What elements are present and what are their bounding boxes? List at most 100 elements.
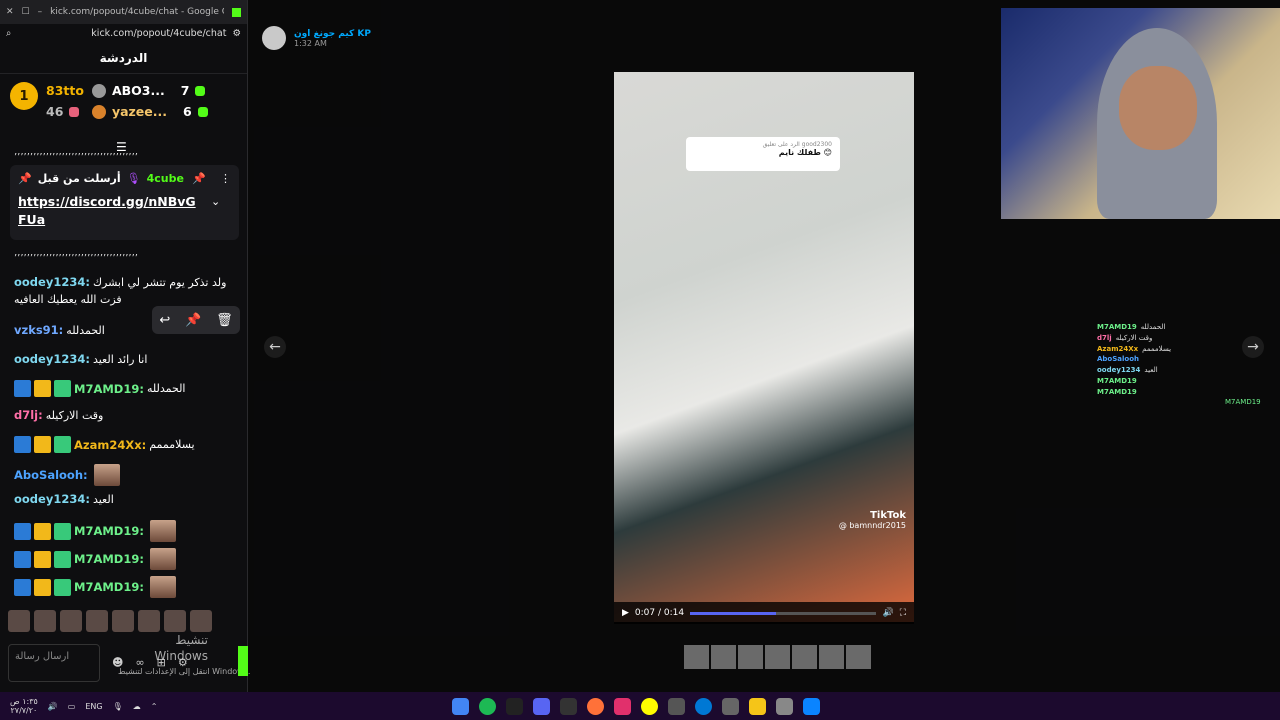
prev-arrow-icon[interactable]: ← [264, 336, 286, 358]
chat-message[interactable]: oodey1234: ولد تذكر يوم تتشر لي ابشرك [14, 275, 226, 289]
thumbnail[interactable] [819, 645, 844, 669]
chat-message[interactable]: Azam24Xx: يسلامممم [14, 436, 195, 453]
play-icon[interactable]: ▶ [622, 608, 629, 618]
thumbnail[interactable] [792, 645, 817, 669]
reply-icon[interactable]: ↩ [159, 313, 170, 328]
file-explorer-icon[interactable] [749, 697, 766, 715]
thumbnail[interactable] [738, 645, 763, 669]
chat-message[interactable]: oodey1234: انا رائد العيد [14, 352, 147, 366]
chat-text: الحمدلله [66, 323, 105, 337]
chat-username[interactable]: M7AMD19: [74, 552, 144, 566]
site-settings-icon[interactable]: ⚙ [232, 28, 241, 39]
pin-icon: 📌 [18, 172, 32, 185]
emote[interactable] [112, 610, 134, 632]
chat-text: وقت الاركيله [45, 408, 104, 422]
speaker-icon[interactable]: 🔊 [48, 702, 58, 711]
taskbar-apps [452, 697, 820, 715]
pin-message-icon[interactable]: 📌 [185, 313, 201, 328]
emote-image [149, 548, 176, 570]
snapchat-icon[interactable] [641, 697, 658, 715]
chrome-icon[interactable] [452, 697, 469, 715]
chat-text: انا رائد العيد [92, 352, 148, 366]
leader-3-name[interactable]: yazee... [112, 104, 167, 119]
chat-message[interactable]: M7AMD19: [14, 576, 176, 598]
unpin-icon[interactable]: 📌 [192, 172, 206, 185]
settings-icon[interactable]: ⚙ [178, 656, 188, 669]
chat-username[interactable]: vzks91: [14, 323, 63, 337]
chevron-down-icon[interactable]: ⌄ [211, 195, 220, 208]
close-icon[interactable]: ✕ [6, 7, 14, 17]
leader-1-name[interactable]: 83tto [46, 83, 84, 98]
discord-icon[interactable] [533, 697, 550, 715]
chat-username[interactable]: M7AMD19: [74, 524, 144, 538]
video-time: 0:07 / 0:14 [634, 608, 685, 618]
pinned-link[interactable]: https://discord.gg/nNBvGFUa [18, 193, 203, 229]
next-arrow-icon[interactable]: → [1242, 336, 1264, 358]
chat-username[interactable]: Azam24Xx: [74, 438, 146, 452]
emote[interactable] [34, 610, 56, 632]
edge-icon[interactable] [695, 697, 712, 715]
chat-message[interactable]: d7lj: وقت الاركيله [14, 408, 103, 422]
calendar-icon[interactable] [722, 697, 739, 715]
app-icon[interactable] [668, 697, 685, 715]
spotify-icon[interactable] [479, 697, 496, 715]
chevron-up-icon[interactable]: ⌃ [151, 702, 158, 711]
chat-message[interactable]: M7AMD19: [14, 548, 176, 570]
gift-box-icon[interactable]: ⊞ [157, 656, 166, 669]
chat-username[interactable]: oodey1234: [14, 492, 90, 506]
minimize-icon[interactable]: – [38, 7, 43, 17]
video-seekbar[interactable] [690, 611, 877, 615]
leader-2-name[interactable]: ABO3... [112, 83, 165, 98]
instagram-icon[interactable] [614, 697, 631, 715]
delete-icon[interactable]: 🗑 [216, 313, 233, 328]
chat-message[interactable]: vzks91: الحمدلله [14, 323, 105, 337]
chat-username[interactable]: oodey1234: [14, 352, 90, 366]
thumbnail[interactable] [846, 645, 871, 669]
kick-app-icon[interactable] [506, 697, 523, 715]
chat-message[interactable]: oodey1234: العيد [14, 492, 114, 506]
emote[interactable] [164, 610, 186, 632]
chat-username[interactable]: AboSalooh: [14, 468, 88, 482]
maximize-icon[interactable]: ☐ [22, 7, 30, 17]
thumbnail[interactable] [711, 645, 736, 669]
video-progress [690, 611, 776, 615]
app-icon-2[interactable] [776, 697, 793, 715]
language-indicator[interactable]: ENG [85, 702, 102, 711]
chat-username[interactable]: oodey1234: [14, 275, 90, 289]
emote[interactable] [190, 610, 212, 632]
volume-icon[interactable]: 🔊 [882, 608, 893, 618]
overlay-extra-user: M7AMD19 [1225, 398, 1261, 406]
chat-username[interactable]: d7lj: [14, 408, 43, 422]
address-bar[interactable]: ⌕ kick.com/popout/4cube/chat ⚙ [0, 24, 247, 42]
overlay-chat-row: AboSalooh [1097, 354, 1171, 365]
cloud-icon[interactable]: ☁ [133, 702, 141, 711]
emote[interactable] [8, 610, 30, 632]
chat-message[interactable]: M7AMD19: الحمدلله [14, 380, 186, 397]
start-windows-icon[interactable] [803, 697, 820, 715]
author-avatar[interactable] [262, 26, 286, 50]
author-name[interactable]: كيم جونغ اون KP [294, 29, 371, 39]
chat-input[interactable]: ارسال رسالة [8, 643, 100, 682]
chat-message[interactable]: M7AMD19: [14, 520, 176, 542]
mic-tray-icon[interactable]: 🎙 [113, 702, 123, 711]
emote[interactable] [86, 610, 108, 632]
firefox-icon[interactable] [587, 697, 604, 715]
emoji-icon[interactable]: ☻ [112, 656, 123, 669]
window-title: kick.com/popout/4cube/chat - Google Ch..… [50, 7, 224, 17]
chat-divider: ’’’’’’’’’’’’’’’’’’’’’’’’’’’’’’’’’’’’’’’ [14, 152, 138, 163]
emote[interactable] [138, 610, 160, 632]
chat-username[interactable]: M7AMD19: [74, 382, 144, 396]
send-button[interactable] [238, 646, 248, 676]
pinned-author[interactable]: 4cube [147, 172, 184, 185]
more-icon[interactable]: ⋮ [220, 172, 231, 185]
emote[interactable] [60, 610, 82, 632]
video-player[interactable]: الرد على تعليق good2300 طفلك نايم 😊 TikT… [614, 72, 914, 622]
chat-username[interactable]: M7AMD19: [74, 580, 144, 594]
thumbnail[interactable] [684, 645, 709, 669]
thumbnail[interactable] [765, 645, 790, 669]
network-icon[interactable]: ▭ [68, 702, 76, 711]
fullscreen-icon[interactable]: ⛶ [900, 608, 906, 618]
obs-icon[interactable] [560, 697, 577, 715]
infinity-icon[interactable]: ∞ [135, 656, 144, 669]
chat-message[interactable]: AboSalooh: [14, 464, 120, 486]
